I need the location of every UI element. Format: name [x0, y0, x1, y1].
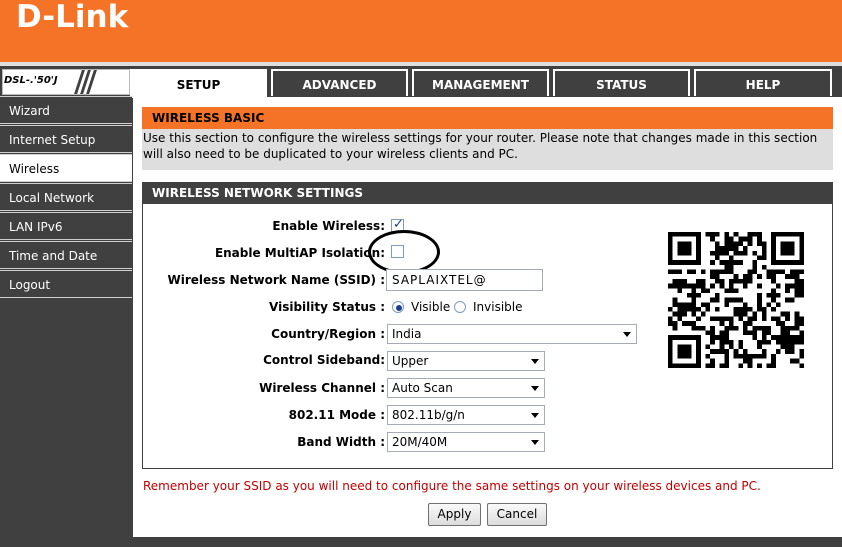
- sidebar-item-local-network[interactable]: Local Network: [0, 183, 132, 211]
- country-value: India: [392, 327, 422, 341]
- channel-label: Wireless Channel :: [259, 381, 385, 395]
- chevron-down-icon: [531, 440, 539, 445]
- visible-radio-label: Visible: [411, 300, 451, 314]
- dlink-logo: D-Link: [16, 0, 129, 35]
- tab-setup[interactable]: SETUP: [130, 69, 267, 98]
- wireless-settings-title: WIRELESS NETWORK SETTINGS: [142, 182, 833, 204]
- cancel-button[interactable]: Cancel: [487, 503, 547, 526]
- sideband-label: Control Sideband:: [263, 353, 385, 367]
- multiap-isolation-label: Enable MultiAP Isolation:: [214, 246, 385, 260]
- bandwidth-select[interactable]: 20M/40M: [387, 432, 545, 452]
- tab-advanced[interactable]: ADVANCED: [271, 69, 408, 96]
- chevron-down-icon: [531, 359, 539, 364]
- country-label: Country/Region :: [271, 327, 385, 341]
- country-select[interactable]: India: [387, 324, 637, 344]
- enable-wireless-label: Enable Wireless:: [272, 219, 385, 233]
- ssid-label: Wireless Network Name (SSID) :: [167, 273, 385, 287]
- sideband-select[interactable]: Upper: [387, 351, 545, 371]
- qr-code-icon: [668, 232, 804, 368]
- sidebar-item-lan-ipv6[interactable]: LAN IPv6: [0, 212, 132, 240]
- sideband-value: Upper: [392, 354, 429, 368]
- sidebar-item-time-and-date[interactable]: Time and Date: [0, 241, 132, 269]
- annotation-ellipse: [368, 230, 440, 274]
- sidebar-item-wireless[interactable]: Wireless: [0, 154, 132, 182]
- apply-button[interactable]: Apply: [428, 503, 481, 526]
- sidebar-filler: [0, 298, 132, 547]
- ssid-input[interactable]: SAPLAIXTEL@: [386, 269, 543, 291]
- sidebar-item-logout[interactable]: Logout: [0, 270, 132, 298]
- invisible-radio[interactable]: [454, 301, 466, 313]
- tab-management[interactable]: MANAGEMENT: [412, 69, 549, 96]
- channel-select[interactable]: Auto Scan: [387, 378, 545, 398]
- chevron-down-icon: [531, 386, 539, 391]
- mode-label: 802.11 Mode :: [288, 408, 385, 422]
- remember-note: Remember your SSID as you will need to c…: [143, 479, 761, 493]
- wireless-basic-description: Use this section to configure the wirele…: [142, 129, 833, 170]
- mode-select[interactable]: 802.11b/g/n: [387, 405, 545, 425]
- chevron-down-icon: [623, 332, 631, 337]
- model-name: DSL-.'50'J: [4, 75, 58, 86]
- sidebar-item-wizard[interactable]: Wizard: [0, 96, 132, 124]
- chevron-down-icon: [531, 413, 539, 418]
- visible-radio[interactable]: [392, 301, 404, 313]
- wireless-basic-title: WIRELESS BASIC: [142, 107, 833, 129]
- channel-value: Auto Scan: [392, 381, 453, 395]
- bandwidth-label: Band Width :: [297, 435, 385, 449]
- visibility-label: Visibility Status :: [269, 300, 385, 314]
- tab-help[interactable]: HELP: [694, 69, 832, 96]
- invisible-radio-label: Invisible: [473, 300, 523, 314]
- bandwidth-value: 20M/40M: [392, 435, 448, 449]
- mode-value: 802.11b/g/n: [392, 408, 465, 422]
- tab-status[interactable]: STATUS: [553, 69, 690, 96]
- sidebar-item-internet-setup[interactable]: Internet Setup: [0, 125, 132, 153]
- footer-bar: [0, 537, 842, 547]
